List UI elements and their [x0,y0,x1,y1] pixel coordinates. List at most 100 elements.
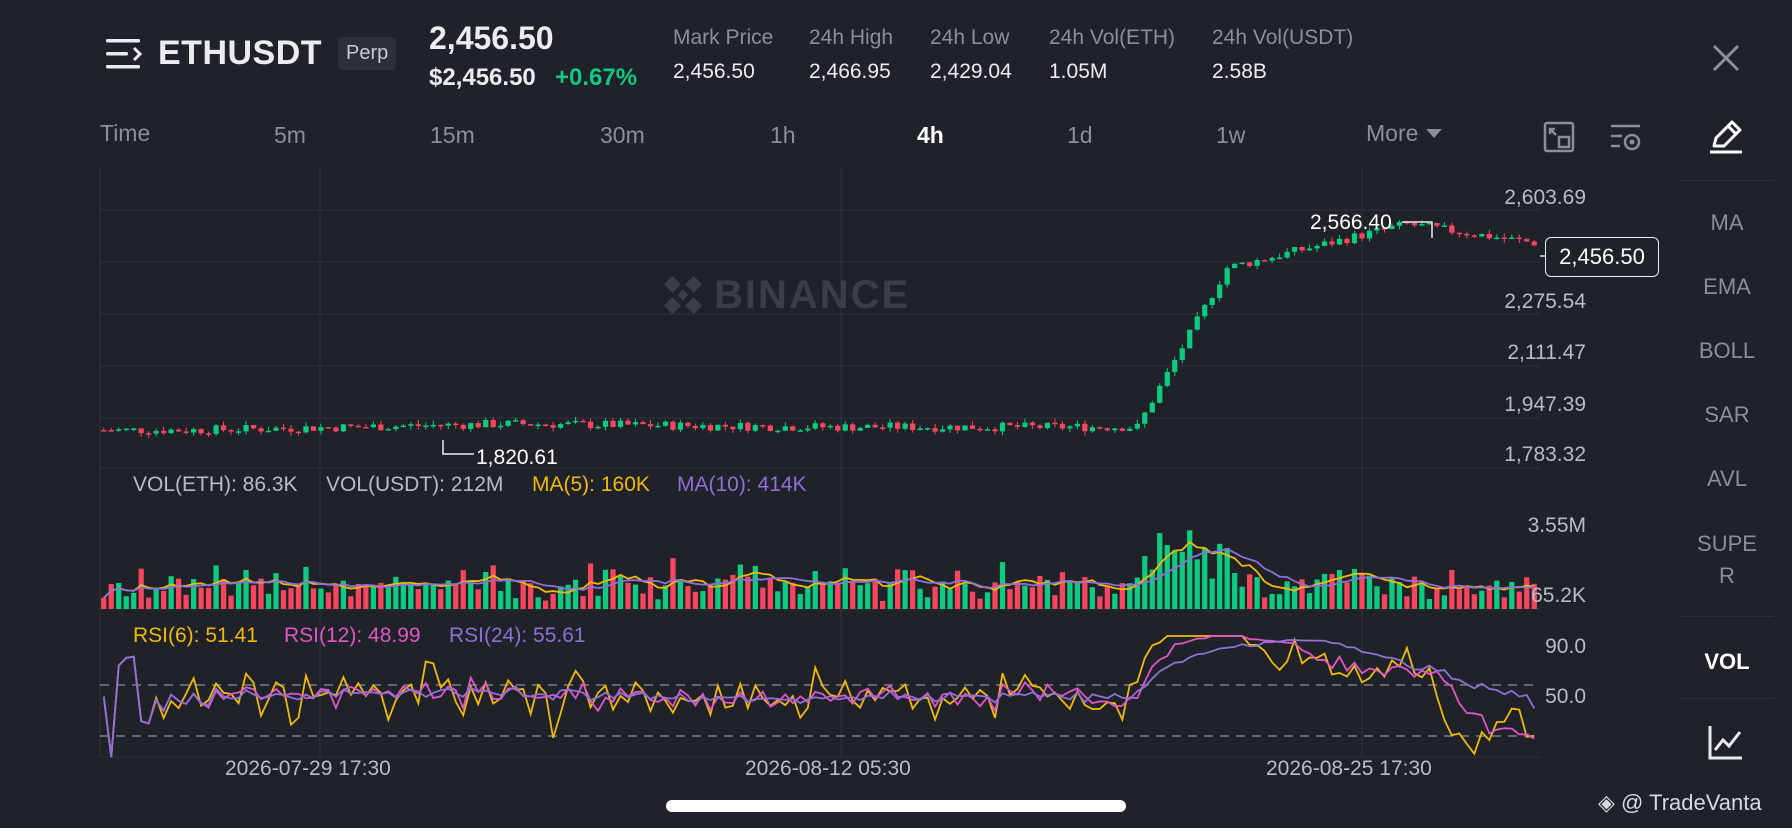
volume-bar [1239,586,1245,609]
date-axis-label: 2026-07-29 17:30 [225,757,391,780]
candle-body [168,429,174,434]
indicator-super[interactable]: SUPER [1690,528,1764,592]
volume-bar [108,584,114,609]
candle-body [969,425,976,429]
candle-body [767,425,773,431]
candle-body [535,424,541,427]
candle-body [288,428,294,432]
candle-body [1217,284,1223,299]
indicator-ma[interactable]: MA [1680,210,1774,236]
volume-bar [932,586,938,609]
indicator-sar[interactable]: SAR [1680,402,1774,428]
volume-bar [827,581,833,609]
candle-body [303,426,309,433]
volume-bar [947,589,953,609]
volume-bar [580,596,586,609]
indicator-ema[interactable]: EMA [1680,274,1774,300]
date-axis-label: 2026-08-12 05:30 [745,757,911,780]
candle-body [775,430,781,433]
volume-bar [288,588,294,609]
binance-logo-watermark [663,275,703,315]
candle-body [1449,225,1455,233]
volume-bar [1119,583,1125,609]
volume-bar [1276,594,1283,609]
volume-bar [393,576,399,609]
candle-body [385,429,391,431]
volume-bar [1007,589,1013,609]
volume-bar [520,580,526,609]
candle-body [220,425,227,431]
indicator-boll[interactable]: BOLL [1680,338,1774,364]
candle-body [602,420,609,427]
candle-body [992,429,998,432]
volume-bar [625,582,631,609]
candle-body [1232,263,1238,269]
volume-bar [535,597,541,609]
candle-body [887,422,893,428]
candle-body [1067,426,1073,429]
volume-bar [505,578,511,609]
candle-body [131,428,137,430]
candlestick-series [101,220,1537,438]
candle-body [1089,427,1095,432]
candle-body [543,424,549,427]
candle-body [1426,222,1433,225]
candle-body [999,422,1006,432]
indicator-vol[interactable]: VOL [1680,649,1774,675]
indicator-avl[interactable]: AVL [1680,466,1774,492]
candle-body [228,430,234,432]
candle-body [528,424,534,426]
volume-bar [1464,587,1470,609]
volume-bar [1089,587,1095,609]
date-axis-label: 2026-08-25 17:30 [1266,757,1432,780]
candle-body [1164,371,1170,386]
candle-body [415,424,421,427]
volume-bar [213,565,219,609]
candle-body [954,425,961,431]
volume-bar [1456,589,1462,609]
candle-body [1284,251,1290,258]
volume-bar [430,584,436,609]
ma10-legend: MA(10): 414K [677,473,807,496]
candle-body [872,424,878,428]
sidebar-divider [1680,616,1774,617]
brand-text: @ TradeVanta [1621,790,1762,815]
price-axis-label: 1,783.32 [1504,443,1586,466]
candle-body [797,430,803,432]
candle-body [677,422,684,430]
volume-bar [1104,586,1110,609]
candle-body [116,429,122,431]
candle-body [1321,241,1328,246]
candle-body [363,427,369,429]
candle-body [565,422,571,425]
candle-body [790,426,796,431]
volume-bar [1074,582,1081,609]
candle-body [1464,233,1470,236]
volume-bar [198,587,204,609]
candle-body [1224,268,1230,285]
candle-body [423,425,429,427]
volume-bar [850,581,856,609]
candle-body [1112,428,1118,431]
candle-body [1396,221,1403,226]
vol-usdt-legend: VOL(USDT): 212M [326,473,504,496]
volume-bar [460,570,466,609]
candle-body [805,428,811,431]
candle-body [707,424,714,431]
candle-body [1479,234,1485,237]
volume-bar [1434,588,1440,609]
candle-body [176,429,182,432]
candle-body [692,425,699,429]
candle-body [1127,428,1133,431]
volume-bar [1097,596,1103,609]
volume-bar [820,584,826,609]
candle-body [625,420,631,425]
volume-bar [865,583,871,609]
line-chart-icon[interactable] [1706,722,1746,762]
volume-bar [205,587,212,609]
candle-body [340,424,347,432]
candle-body [587,421,594,429]
candle-body [760,425,766,427]
volume-bar [1321,573,1328,609]
candle-body [1082,423,1088,432]
